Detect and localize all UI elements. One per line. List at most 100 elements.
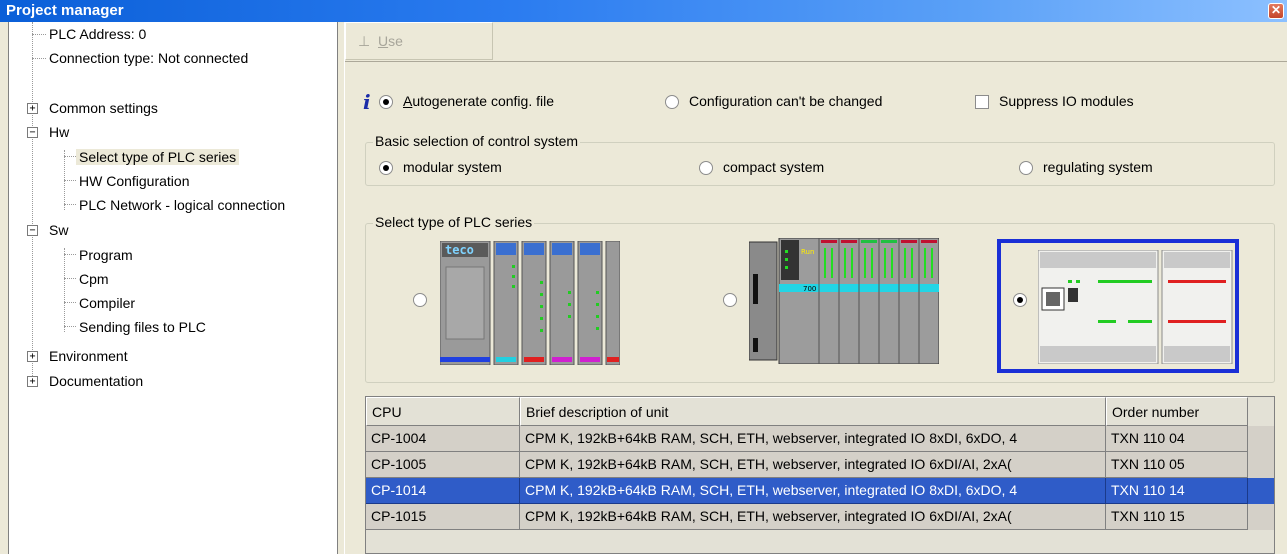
tree-item-label: Cpm: [79, 271, 109, 287]
plc-series-3-radio[interactable]: [1013, 293, 1027, 307]
tree-item-plc-network[interactable]: PLC Network - logical connection: [76, 193, 288, 217]
tree-item-common-settings[interactable]: Common settings: [46, 96, 161, 120]
tree-item-sending-files[interactable]: Sending files to PLC: [76, 315, 209, 339]
tree-item-select-plc-series[interactable]: Select type of PLC series: [76, 145, 240, 169]
use-icon: ⊥: [358, 33, 371, 49]
cell-order-number: TXN 110 05: [1106, 452, 1248, 478]
cell-description: CPM K, 192kB+64kB RAM, SCH, ETH, webserv…: [520, 478, 1106, 504]
tree-item-label: PLC Address: 0: [49, 26, 147, 42]
tree-item-label: Documentation: [49, 373, 144, 389]
info-icon: i: [363, 90, 371, 114]
tree-connector: [32, 34, 46, 35]
teco-logo-text: teco: [445, 243, 474, 257]
collapse-icon[interactable]: −: [27, 127, 38, 138]
use-label-accel: U: [378, 33, 389, 49]
use-button[interactable]: ⊥ Use: [345, 22, 493, 60]
plc-series-1-radio[interactable]: [413, 293, 427, 307]
tree-item-compiler[interactable]: Compiler: [76, 291, 138, 315]
regulating-system-radio[interactable]: [1019, 161, 1033, 175]
cell-order-number: TXN 110 14: [1106, 478, 1248, 504]
toolbar-divider: [345, 61, 1287, 62]
tree-item-label: Common settings: [49, 100, 158, 116]
cell-description: CPM K, 192kB+64kB RAM, SCH, ETH, webserv…: [520, 504, 1106, 530]
suppress-io-checkbox[interactable]: [975, 95, 989, 109]
tree-connector: [64, 156, 76, 157]
tree-connector: [64, 278, 76, 279]
tree-connector: [64, 248, 65, 332]
tree-item-environment[interactable]: Environment: [46, 344, 131, 368]
basic-selection-title: Basic selection of control system: [373, 133, 581, 149]
expand-icon[interactable]: +: [27, 103, 38, 114]
tree-item-label: PLC Network - logical connection: [79, 197, 286, 213]
config-locked-radio[interactable]: [665, 95, 679, 109]
tree-connector: [64, 302, 76, 303]
tree-item-program[interactable]: Program: [76, 243, 136, 267]
tree-item-label: Compiler: [79, 295, 136, 311]
tree-item-label: Hw: [49, 124, 70, 140]
config-locked-label[interactable]: Configuration can't be changed: [689, 93, 882, 109]
main-panel: ⊥ Use i Autogenerate config. file Config…: [344, 22, 1287, 554]
tree-item-label: Program: [79, 247, 133, 263]
cell-description: CPM K, 192kB+64kB RAM, SCH, ETH, webserv…: [520, 452, 1106, 478]
column-header-cpu[interactable]: CPU: [366, 397, 520, 426]
tree-item-label: HW Configuration: [79, 173, 190, 189]
compact-system-label[interactable]: compact system: [723, 159, 824, 175]
tree-connector: [32, 58, 46, 59]
teco-modular-plc-image[interactable]: teco: [440, 241, 620, 365]
tree-item-sw[interactable]: Sw: [46, 218, 71, 242]
modular-system-label[interactable]: modular system: [403, 159, 502, 175]
tree-item-plc-address[interactable]: PLC Address: 0: [46, 22, 149, 46]
plc-series-2-radio[interactable]: [723, 293, 737, 307]
cell-cpu: CP-1014: [366, 478, 520, 504]
cpu-table[interactable]: CPU Brief description of unit Order numb…: [365, 396, 1275, 554]
table-row[interactable]: CP-1015 CPM K, 192kB+64kB RAM, SCH, ETH,…: [366, 504, 1274, 530]
plc-series-title: Select type of PLC series: [373, 214, 535, 230]
table-row[interactable]: CP-1004 CPM K, 192kB+64kB RAM, SCH, ETH,…: [366, 426, 1274, 452]
tree-item-label: Sw: [49, 222, 69, 238]
window-titlebar: Project manager ✕: [0, 0, 1287, 22]
autogenerate-accel: A: [403, 93, 413, 109]
tree-item-hw[interactable]: Hw: [46, 120, 72, 144]
autogenerate-text: utogenerate config. file: [412, 93, 554, 109]
table-row[interactable]: CP-1005 CPM K, 192kB+64kB RAM, SCH, ETH,…: [366, 452, 1274, 478]
cell-description: CPM K, 192kB+64kB RAM, SCH, ETH, webserv…: [520, 426, 1106, 452]
tree-connector: [64, 180, 76, 181]
tecomat-700-plc-image[interactable]: 700 Run: [749, 238, 939, 364]
tree-item-connection-type[interactable]: Connection type: Not connected: [46, 46, 251, 70]
collapse-icon[interactable]: −: [27, 225, 38, 236]
regulating-system-label[interactable]: regulating system: [1043, 159, 1153, 175]
tree-connector: [64, 326, 76, 327]
tree-item-label: Select type of PLC series: [76, 149, 240, 165]
table-row-selected[interactable]: CP-1014 CPM K, 192kB+64kB RAM, SCH, ETH,…: [366, 478, 1274, 504]
tree-item-documentation[interactable]: Documentation: [46, 369, 146, 393]
expand-icon[interactable]: +: [27, 351, 38, 362]
close-icon[interactable]: ✕: [1268, 3, 1284, 19]
cell-order-number: TXN 110 04: [1106, 426, 1248, 452]
tree-connector: [64, 204, 76, 205]
tree-item-label: Environment: [49, 348, 128, 364]
tree-item-cpm[interactable]: Cpm: [76, 267, 112, 291]
expand-icon[interactable]: +: [27, 376, 38, 387]
compact-system-radio[interactable]: [699, 161, 713, 175]
tree-connector: [32, 22, 33, 382]
run-text: Run: [801, 248, 814, 256]
tree-connector: [64, 254, 76, 255]
modular-system-radio[interactable]: [379, 161, 393, 175]
cell-order-number: TXN 110 15: [1106, 504, 1248, 530]
cell-cpu: CP-1015: [366, 504, 520, 530]
column-header-order-number[interactable]: Order number: [1106, 397, 1248, 426]
tree-item-hw-configuration[interactable]: HW Configuration: [76, 169, 193, 193]
compact-plc-image[interactable]: [1038, 250, 1234, 364]
cell-cpu: CP-1004: [366, 426, 520, 452]
use-label: se: [388, 33, 403, 49]
column-header-description[interactable]: Brief description of unit: [520, 397, 1106, 426]
suppress-io-label[interactable]: Suppress IO modules: [999, 93, 1134, 109]
project-tree[interactable]: PLC Address: 0 Connection type: Not conn…: [8, 22, 338, 554]
tree-item-label: Connection type: Not connected: [49, 50, 249, 66]
module-700-text: 700: [803, 285, 816, 293]
window-title: Project manager: [6, 2, 124, 19]
tree-item-label: Sending files to PLC: [79, 319, 206, 335]
autogenerate-radio[interactable]: [379, 95, 393, 109]
autogenerate-label[interactable]: Autogenerate config. file: [403, 93, 554, 109]
cell-cpu: CP-1005: [366, 452, 520, 478]
